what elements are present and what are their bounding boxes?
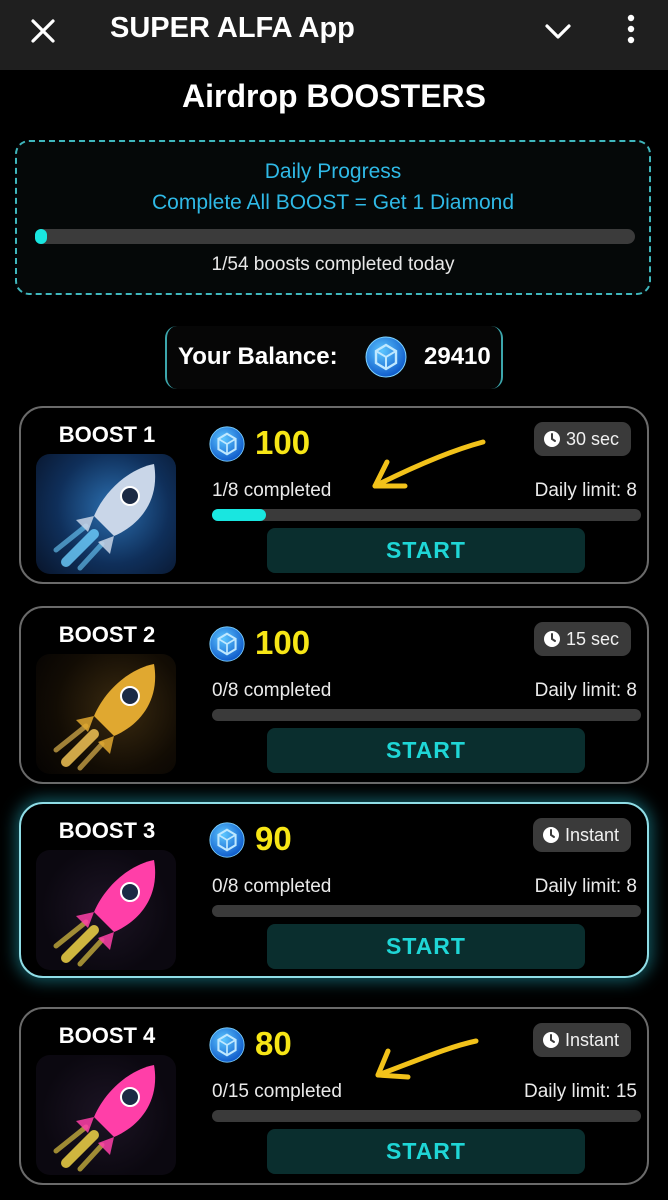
daily-progress-fill [35,229,47,244]
boost-progress-bar [212,709,641,721]
boost-reward: 100 [255,624,311,661]
boost-title: BOOST 4 [58,1023,156,1048]
boost-daily-limit: Daily limit: 8 [534,876,637,897]
boost-card: BOOST 2 100 15 sec 0/8 completed Daily l… [19,606,649,784]
daily-progress-title: Daily Progress [264,160,402,183]
start-button[interactable]: START [267,924,585,969]
boost-completed: 0/8 completed [212,876,332,897]
close-icon[interactable] [26,14,60,48]
daily-progress-caption: 1/54 boosts completed today [211,254,455,275]
coin-icon [365,336,407,378]
boost-daily-limit: Daily limit: 15 [524,1081,637,1102]
time-badge-label: 15 sec [565,628,619,649]
time-badge-label: Instant [564,1029,619,1050]
rocket-image [36,454,176,574]
time-badge: 30 sec [533,422,631,456]
rocket-image [36,654,176,774]
balance-value: 29410 [424,343,491,370]
coin-icon [209,822,245,858]
boost-card: BOOST 1 100 30 sec 1/8 completed Daily l… [19,406,649,584]
clock-icon [542,1032,559,1048]
boost-completed: 0/8 completed [212,680,332,701]
start-button[interactable]: START [267,528,585,573]
daily-progress-bar [35,229,635,244]
page-title: Airdrop BOOSTERS [181,78,486,114]
daily-progress-subtitle: Complete All BOOST = Get 1 Diamond [151,191,515,214]
rocket-image [36,1055,176,1175]
coin-icon [209,626,245,662]
boost-card: BOOST 4 80 Instant 0/15 completed Daily … [19,1007,649,1185]
start-button[interactable]: START [267,728,585,773]
balance-box: Your Balance: 29410 [165,326,503,389]
boost-progress-fill [212,509,266,521]
time-badge: Instant [532,1023,631,1057]
time-badge: 15 sec [533,622,631,656]
boost-progress-bar [212,1110,641,1122]
boost-reward: 90 [255,820,292,857]
boost-reward: 100 [255,424,311,461]
time-badge-label: 30 sec [565,428,619,449]
balance-label: Your Balance: [178,343,338,370]
time-badge-label: Instant [564,824,619,845]
boost-progress-bar [212,509,641,521]
boost-card: BOOST 3 90 Instant 0/8 completed Daily l… [19,802,649,978]
boost-title: BOOST 2 [58,622,156,647]
boost-reward: 80 [255,1025,292,1062]
boost-completed: 0/15 completed [212,1081,342,1102]
boost-progress-bar [212,905,641,917]
rocket-image [36,850,176,970]
boost-daily-limit: Daily limit: 8 [534,480,637,501]
boost-completed: 1/8 completed [212,480,332,501]
boost-title: BOOST 3 [58,818,156,843]
more-vertical-icon[interactable] [618,10,644,50]
annotation-arrow-icon [372,439,486,489]
boost-daily-limit: Daily limit: 8 [534,680,637,701]
coin-icon [209,426,245,462]
clock-icon [543,431,560,447]
app-title: SUPER ALFA App [110,12,355,44]
top-bar: SUPER ALFA App [0,0,668,70]
clock-icon [543,631,560,647]
annotation-arrow-icon [375,1038,479,1080]
time-badge: Instant [532,818,631,852]
clock-icon [542,827,559,843]
coin-icon [209,1027,245,1063]
daily-progress-card: Daily Progress Complete All BOOST = Get … [15,140,651,295]
start-button[interactable]: START [267,1129,585,1174]
chevron-down-icon[interactable] [540,14,576,48]
boost-title: BOOST 1 [58,422,156,447]
